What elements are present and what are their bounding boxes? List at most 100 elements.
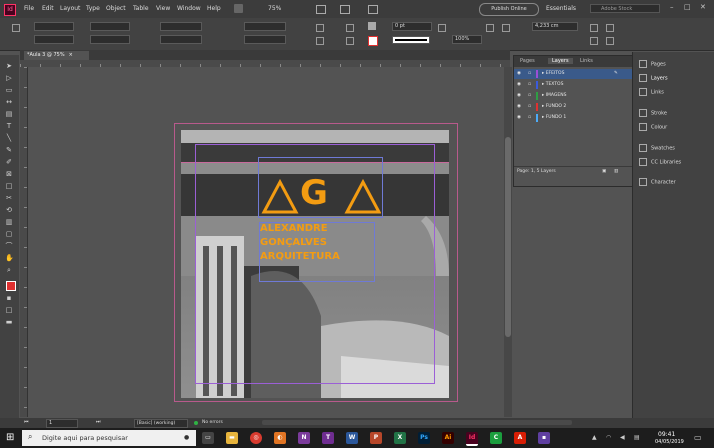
volume-icon[interactable]: ◀	[620, 434, 625, 441]
x-position-field[interactable]	[34, 22, 74, 31]
menu-type[interactable]: Type	[86, 5, 100, 12]
app-icon[interactable]: ▪	[538, 432, 550, 444]
visibility-eye-icon[interactable]: ◉	[517, 91, 521, 101]
workspace-switcher[interactable]: Essentials	[546, 5, 576, 12]
stock-search-input[interactable]: Adobe Stock	[590, 4, 660, 13]
close-tab-icon[interactable]: ×	[69, 52, 73, 58]
rotation-field[interactable]	[244, 22, 286, 31]
menu-file[interactable]: File	[24, 5, 34, 12]
reference-point-icon[interactable]	[12, 24, 20, 32]
eyedropper-tool-icon[interactable]: ⌒	[5, 243, 13, 250]
dock-cc-libraries[interactable]: CC Libraries	[639, 158, 681, 166]
view-options-icon[interactable]	[316, 5, 326, 14]
powerpoint-icon[interactable]: P	[370, 432, 382, 444]
clock-date[interactable]: 04/05/2019	[655, 439, 684, 445]
visibility-eye-icon[interactable]: ◉	[517, 80, 521, 90]
direct-selection-tool-icon[interactable]: ▷	[5, 75, 13, 82]
dock-stroke[interactable]: Stroke	[639, 109, 667, 117]
fill-stroke-swatch[interactable]	[6, 281, 16, 291]
camtasia-icon[interactable]: C	[490, 432, 502, 444]
gradient-tool-icon[interactable]: ▥	[5, 219, 13, 226]
width-field[interactable]	[90, 22, 130, 31]
scissors-tool-icon[interactable]: ✂	[5, 195, 13, 202]
layer-row-imagens[interactable]: ◉ ▫ ▸ IMAGENS	[514, 91, 632, 101]
page-tool-icon[interactable]: ▭	[5, 87, 13, 94]
content-collector-icon[interactable]: ▤	[5, 111, 13, 118]
dock-character[interactable]: Character	[639, 178, 676, 186]
page-number-field[interactable]: 1	[46, 419, 78, 428]
new-layer-icon[interactable]: ▣	[602, 167, 606, 177]
page-artwork[interactable]: G ALEXANDRE GONÇALVES ARQUITETURA	[181, 130, 449, 398]
network-icon[interactable]: ▲	[592, 434, 597, 441]
menu-table[interactable]: Table	[133, 5, 149, 12]
flip-vertical-icon[interactable]	[316, 37, 324, 45]
layer-row-efeitos[interactable]: ◉ ▫ ▸ EFEITOS ✎	[514, 69, 632, 79]
first-page-icon[interactable]: ⏮	[24, 419, 29, 425]
lock-icon[interactable]: ▫	[528, 69, 531, 79]
apply-color-icon[interactable]: ▪	[5, 295, 13, 302]
pen-tool-icon[interactable]: ✎	[5, 147, 13, 154]
menu-object[interactable]: Object	[106, 5, 126, 12]
firefox-icon[interactable]: ◐	[274, 432, 286, 444]
effects-icon[interactable]	[438, 24, 446, 32]
rectangle-tool-icon[interactable]: □	[5, 183, 13, 190]
lock-icon[interactable]: ▫	[528, 113, 531, 123]
fit-content-icon[interactable]	[606, 37, 614, 45]
clock-time[interactable]: 09:41	[658, 431, 675, 438]
align-icon[interactable]	[502, 24, 510, 32]
visibility-eye-icon[interactable]: ◉	[517, 69, 521, 79]
bridge-icon[interactable]	[234, 4, 243, 13]
scale-y-field[interactable]	[160, 35, 202, 44]
wifi-icon[interactable]: ◠	[606, 434, 611, 441]
flip-horizontal-icon[interactable]	[316, 24, 324, 32]
layer-row-fundo-1[interactable]: ◉ ▫ ▸ FUNDO 1	[514, 113, 632, 123]
note-tool-icon[interactable]: ▢	[5, 231, 13, 238]
y-position-field[interactable]	[34, 35, 74, 44]
fill-swatch[interactable]	[368, 22, 376, 30]
trash-icon[interactable]: ▥	[614, 167, 618, 177]
onenote-icon[interactable]: N	[298, 432, 310, 444]
illustrator-icon[interactable]: Ai	[442, 432, 454, 444]
menu-help[interactable]: Help	[207, 5, 221, 12]
shear-field[interactable]	[244, 35, 286, 44]
dock-swatches[interactable]: Swatches	[639, 144, 675, 152]
task-view-icon[interactable]: ▭	[202, 432, 214, 444]
tab-layers[interactable]: Layers	[548, 58, 573, 64]
layer-row-textos[interactable]: ◉ ▫ ▸ TEXTOS	[514, 80, 632, 90]
visibility-eye-icon[interactable]: ◉	[517, 102, 521, 112]
minimize-button[interactable]: –	[670, 3, 674, 11]
select-container-icon[interactable]	[346, 24, 354, 32]
zoom-level[interactable]: 75%	[268, 5, 281, 12]
fit-frame-icon[interactable]	[590, 37, 598, 45]
taskbar-search-input[interactable]: Digite aqui para pesquisar	[22, 430, 196, 446]
line-tool-icon[interactable]: ╲	[5, 135, 13, 142]
horizontal-scrollbar[interactable]	[262, 420, 572, 425]
vertical-scrollbar[interactable]	[504, 67, 512, 417]
publish-online-button[interactable]: Publish Online	[479, 3, 539, 16]
text-wrap-icon[interactable]	[486, 24, 494, 32]
normal-view-icon[interactable]: □	[5, 307, 13, 314]
stroke-swatch[interactable]	[368, 36, 378, 46]
lock-icon[interactable]: ▫	[528, 91, 531, 101]
zoom-tool-icon[interactable]: ⌕	[5, 267, 13, 274]
screen-mode-icon[interactable]	[340, 5, 350, 14]
lock-icon[interactable]: ▫	[528, 80, 531, 90]
stroke-type-select[interactable]	[392, 36, 430, 44]
height-field[interactable]	[90, 35, 130, 44]
scroll-thumb[interactable]	[505, 137, 511, 337]
hand-tool-icon[interactable]: ✋	[5, 255, 14, 262]
type-tool-icon[interactable]: T	[5, 123, 13, 130]
dock-links[interactable]: Links	[639, 88, 664, 96]
tab-links[interactable]: Links	[580, 58, 593, 64]
file-explorer-icon[interactable]: ▬	[226, 432, 238, 444]
auto-fit-icon[interactable]	[590, 24, 598, 32]
frame-width-field[interactable]: 4,233 cm	[532, 22, 578, 31]
menu-edit[interactable]: Edit	[42, 5, 54, 12]
indesign-icon[interactable]: Id	[466, 432, 478, 446]
dock-colour[interactable]: Colour	[639, 123, 667, 131]
windows-start-icon[interactable]: ⊞	[6, 432, 14, 443]
visibility-eye-icon[interactable]: ◉	[517, 113, 521, 123]
lock-icon[interactable]: ▫	[528, 102, 531, 112]
menu-layout[interactable]: Layout	[60, 5, 80, 12]
acrobat-icon[interactable]: A	[514, 432, 526, 444]
